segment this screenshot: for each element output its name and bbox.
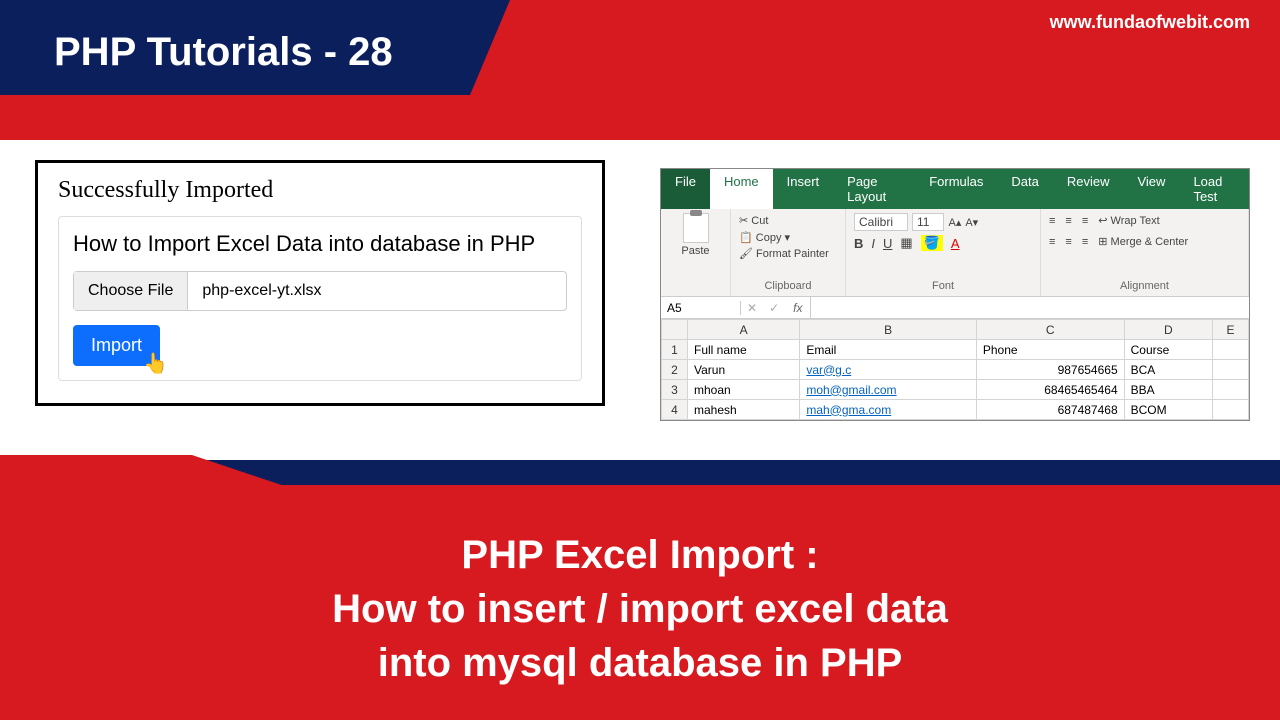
cell[interactable]: BCA xyxy=(1124,360,1212,380)
row-header[interactable]: 3 xyxy=(662,380,688,400)
name-box[interactable]: A5 xyxy=(661,301,741,315)
cancel-icon[interactable]: ✕ xyxy=(741,301,763,315)
tab-formulas[interactable]: Formulas xyxy=(915,169,997,209)
cell[interactable]: var@g.c xyxy=(800,360,977,380)
cell[interactable]: mah@gma.com xyxy=(800,400,977,420)
cell[interactable] xyxy=(1213,400,1249,420)
paste-label: Paste xyxy=(681,245,709,257)
import-button[interactable]: Import 👆 xyxy=(73,325,160,366)
enter-icon[interactable]: ✓ xyxy=(763,301,785,315)
title-line-1: PHP Excel Import : xyxy=(0,528,1280,582)
cell[interactable]: Full name xyxy=(688,340,800,360)
decrease-font-icon[interactable]: A▾ xyxy=(965,216,978,229)
tab-data[interactable]: Data xyxy=(997,169,1052,209)
email-link[interactable]: moh@gmail.com xyxy=(806,383,896,397)
row-header[interactable]: 4 xyxy=(662,400,688,420)
col-header-d[interactable]: D xyxy=(1124,320,1212,340)
col-header-b[interactable]: B xyxy=(800,320,977,340)
cut-button[interactable]: ✂ Cut xyxy=(739,213,837,230)
font-group-label: Font xyxy=(854,278,1032,292)
italic-button[interactable]: I xyxy=(871,236,875,251)
col-header-e[interactable]: E xyxy=(1213,320,1249,340)
tab-review[interactable]: Review xyxy=(1053,169,1124,209)
clipboard-group: ✂ Cut 📋 Copy ▾ 🖌 Format Painter Clipboar… xyxy=(731,209,846,296)
excel-window: File Home Insert Page Layout Formulas Da… xyxy=(660,168,1250,421)
align-mid-icon[interactable]: ≡ xyxy=(1065,213,1071,230)
align-bot-icon[interactable]: ≡ xyxy=(1082,213,1088,230)
wrap-text-button[interactable]: ↩ Wrap Text xyxy=(1098,213,1159,230)
row-header[interactable]: 1 xyxy=(662,340,688,360)
cell[interactable]: Course xyxy=(1124,340,1212,360)
select-all-corner[interactable] xyxy=(662,320,688,340)
merge-center-button[interactable]: ⊞ Merge & Center xyxy=(1098,234,1188,251)
site-url: www.fundaofwebit.com xyxy=(1050,12,1250,33)
import-button-label: Import xyxy=(91,335,142,355)
success-message: Successfully Imported xyxy=(58,177,582,204)
cell[interactable]: Email xyxy=(800,340,977,360)
form-heading: How to Import Excel Data into database i… xyxy=(73,231,567,257)
ribbon-tabs: File Home Insert Page Layout Formulas Da… xyxy=(661,169,1249,209)
email-link[interactable]: mah@gma.com xyxy=(806,403,891,417)
cell[interactable]: BBA xyxy=(1124,380,1212,400)
tab-view[interactable]: View xyxy=(1123,169,1179,209)
cursor-hand-icon: 👆 xyxy=(143,351,168,376)
align-top-icon[interactable]: ≡ xyxy=(1049,213,1055,230)
cell[interactable]: 68465465464 xyxy=(976,380,1124,400)
font-size-select[interactable]: 11 xyxy=(912,213,944,231)
import-form-card: How to Import Excel Data into database i… xyxy=(58,216,582,381)
title-line-3: into mysql database in PHP xyxy=(0,636,1280,690)
cell[interactable]: 987654665 xyxy=(976,360,1124,380)
font-color-button[interactable]: A xyxy=(951,236,960,251)
alignment-group-label: Alignment xyxy=(1049,278,1240,292)
cell[interactable]: Phone xyxy=(976,340,1124,360)
cell[interactable]: mhoan xyxy=(688,380,800,400)
align-left-icon[interactable]: ≡ xyxy=(1049,234,1055,251)
alignment-group: ≡ ≡ ≡ ↩ Wrap Text ≡ ≡ ≡ ⊞ Merge & Center… xyxy=(1041,209,1249,296)
tab-page-layout[interactable]: Page Layout xyxy=(833,169,915,209)
selected-file-name: php-excel-yt.xlsx xyxy=(188,272,566,310)
php-import-card: Successfully Imported How to Import Exce… xyxy=(35,160,605,406)
clipboard-icon xyxy=(683,213,709,243)
align-center-icon[interactable]: ≡ xyxy=(1065,234,1071,251)
font-name-select[interactable]: Calibri xyxy=(854,213,908,231)
ribbon-body: Paste ✂ Cut 📋 Copy ▾ 🖌 Format Painter Cl… xyxy=(661,209,1249,297)
clipboard-group-label: Clipboard xyxy=(739,278,837,292)
cell[interactable]: moh@gmail.com xyxy=(800,380,977,400)
font-group: Calibri 11 A▴ A▾ B I U ▦ 🪣 A Font xyxy=(846,209,1041,296)
paste-button[interactable]: Paste xyxy=(669,213,722,257)
underline-button[interactable]: U xyxy=(883,236,892,251)
fill-color-button[interactable]: 🪣 xyxy=(921,235,943,251)
page-title: PHP Tutorials - 28 xyxy=(30,18,417,87)
cell[interactable]: 687487468 xyxy=(976,400,1124,420)
tab-file[interactable]: File xyxy=(661,169,710,209)
cell[interactable] xyxy=(1213,340,1249,360)
col-header-a[interactable]: A xyxy=(688,320,800,340)
col-header-c[interactable]: C xyxy=(976,320,1124,340)
format-painter-button[interactable]: 🖌 Format Painter xyxy=(739,246,837,263)
spreadsheet-grid: A B C D E 1 Full name Email Phone Course… xyxy=(661,319,1249,420)
bold-button[interactable]: B xyxy=(854,236,863,251)
increase-font-icon[interactable]: A▴ xyxy=(948,216,961,229)
tab-insert[interactable]: Insert xyxy=(773,169,834,209)
border-button[interactable]: ▦ xyxy=(900,235,912,251)
tab-load-test[interactable]: Load Test xyxy=(1179,169,1249,209)
cell[interactable]: BCOM xyxy=(1124,400,1212,420)
file-input-row: Choose File php-excel-yt.xlsx xyxy=(73,271,567,311)
video-title: PHP Excel Import : How to insert / impor… xyxy=(0,528,1280,690)
tab-home[interactable]: Home xyxy=(710,169,773,209)
paste-group: Paste xyxy=(661,209,731,296)
copy-button[interactable]: 📋 Copy ▾ xyxy=(739,230,837,247)
cell[interactable]: Varun xyxy=(688,360,800,380)
cell[interactable]: mahesh xyxy=(688,400,800,420)
fx-icon[interactable]: fx xyxy=(785,301,810,315)
row-header[interactable]: 2 xyxy=(662,360,688,380)
formula-input[interactable] xyxy=(810,297,1249,318)
choose-file-button[interactable]: Choose File xyxy=(74,272,188,310)
formula-bar: A5 ✕ ✓ fx xyxy=(661,297,1249,319)
cell[interactable] xyxy=(1213,360,1249,380)
cell[interactable] xyxy=(1213,380,1249,400)
align-right-icon[interactable]: ≡ xyxy=(1082,234,1088,251)
email-link[interactable]: var@g.c xyxy=(806,363,851,377)
title-line-2: How to insert / import excel data xyxy=(0,582,1280,636)
